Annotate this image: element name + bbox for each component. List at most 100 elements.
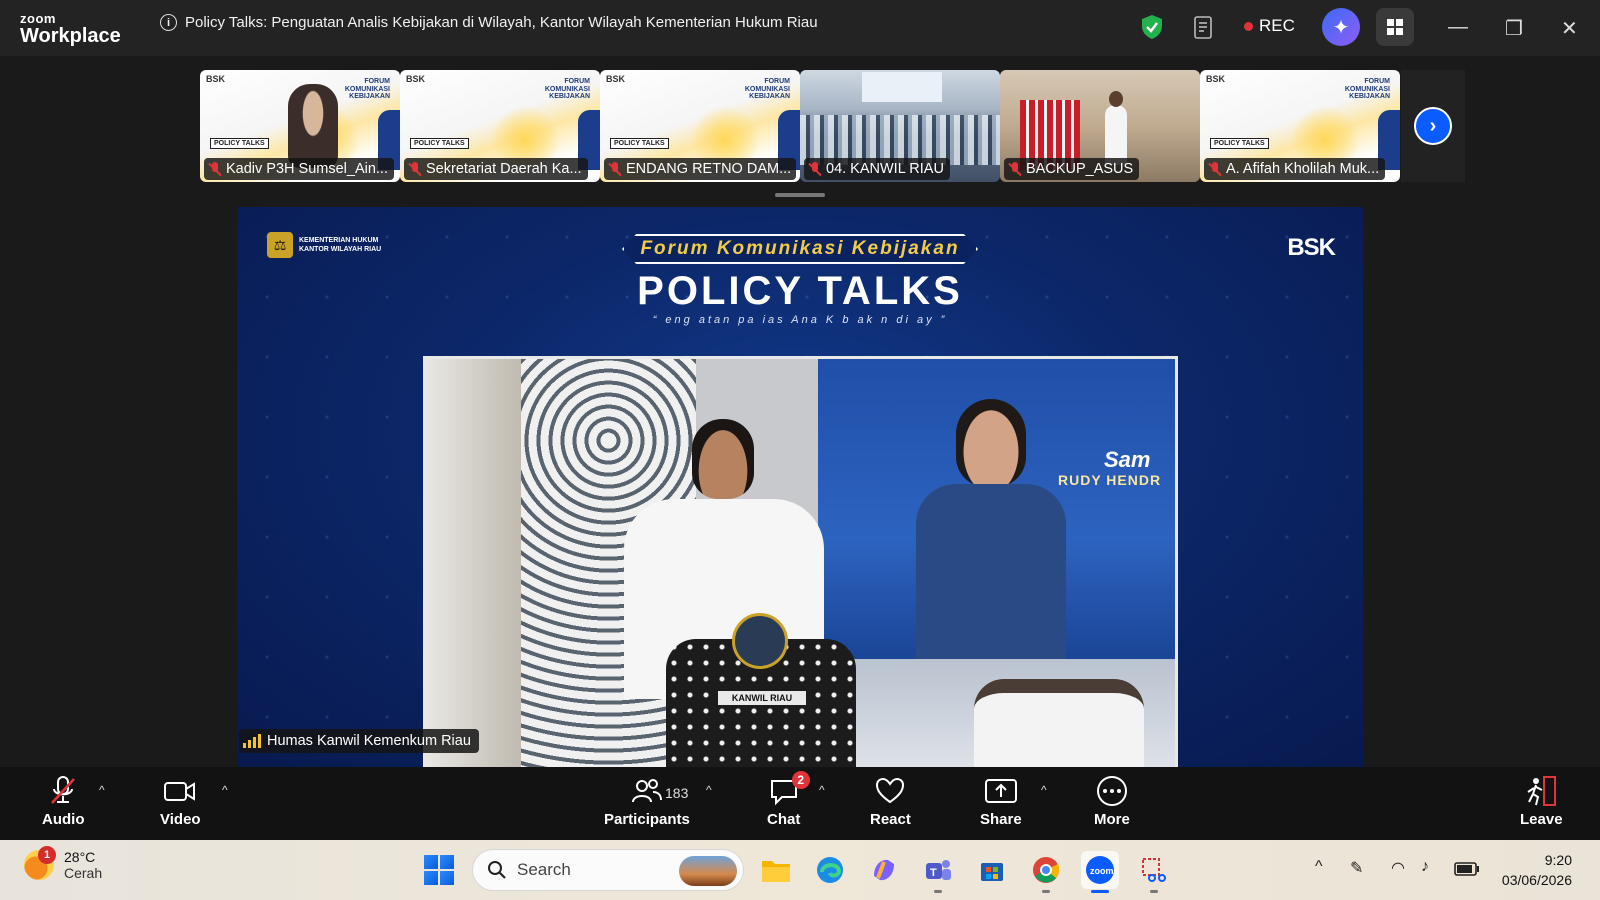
recording-indicator[interactable]: REC	[1244, 16, 1295, 36]
zoom-workplace-logo: zoom Workplace	[20, 12, 121, 46]
snipping-tool-icon[interactable]	[1135, 851, 1173, 893]
kemen-line2: KANTOR WILAYAH RIAU	[299, 246, 382, 253]
participants-button[interactable]: Participants	[604, 775, 690, 828]
share-screen-icon	[984, 779, 1017, 803]
participant-name-tag: A. Afifah Kholilah Muk...	[1204, 158, 1386, 180]
search-highlight-image	[679, 856, 737, 886]
more-dots-icon	[1096, 776, 1127, 806]
brand-workplace: Workplace	[20, 25, 121, 47]
show-hidden-icons-chevron-up-icon[interactable]: ^	[1315, 858, 1323, 876]
encryption-shield-icon[interactable]	[1141, 14, 1163, 40]
thumb-forum-text: FORUM KOMUNIKASI KEBIJAKAN	[1344, 78, 1390, 101]
bsk-logo: BSK	[1287, 234, 1336, 261]
weather-condition: Cerah	[64, 865, 103, 881]
kemen-line1: KEMENTERIAN HUKUM	[299, 236, 379, 244]
chevron-right-icon: ›	[1429, 114, 1437, 137]
audio-button[interactable]: Audio	[42, 775, 85, 828]
thumb-policy-label: POLICY TALKS	[210, 138, 269, 149]
volume-icon[interactable]: ♪	[1421, 858, 1429, 876]
info-icon[interactable]: i	[160, 14, 177, 31]
close-icon[interactable]: ✕	[1561, 16, 1578, 41]
weather-sun-icon: 1	[24, 846, 56, 880]
participant-tile[interactable]: BACKUP_ASUS	[1000, 70, 1200, 182]
restore-icon[interactable]: ❐	[1505, 16, 1523, 41]
mic-muted-icon	[208, 162, 222, 176]
participant-tile[interactable]: FORUM KOMUNIKASI KEBIJAKAN BSK POLICY TA…	[400, 70, 600, 182]
audio-options-caret-icon[interactable]: ^	[99, 783, 105, 797]
apps-button[interactable]	[1376, 8, 1414, 46]
battery-icon[interactable]	[1454, 862, 1480, 876]
search-icon	[488, 861, 506, 879]
mic-muted-icon	[51, 776, 76, 804]
thumb-forum-text: FORUM KOMUNIKASI KEBIJAKAN	[744, 78, 790, 101]
teams-icon[interactable]: T	[919, 851, 957, 893]
policy-talks-subline: “ eng atan pa ias Ana K b ak n di ay ”	[652, 314, 948, 326]
participant-tile[interactable]: FORUM KOMUNIKASI KEBIJAKAN BSK POLICY TA…	[1200, 70, 1400, 182]
leave-label: Leave	[1520, 811, 1563, 828]
participants-count: 183	[665, 785, 689, 801]
connection-signal-icon	[243, 734, 261, 748]
share-label: Share	[980, 811, 1022, 828]
weather-widget[interactable]: 1 28°C Cerah	[24, 846, 103, 881]
kemenkum-logo: ⚖ KEMENTERIAN HUKUM KANTOR WILAYAH RIAU	[267, 232, 381, 258]
minimize-icon[interactable]: —	[1448, 16, 1468, 39]
microsoft-store-icon[interactable]	[973, 851, 1011, 889]
temperature: 28°C	[64, 849, 96, 865]
ai-companion-button[interactable]: ✦	[1322, 8, 1360, 46]
windows-start-icon[interactable]	[424, 855, 454, 885]
brand-zoom: zoom	[20, 11, 56, 26]
participant-name: Sekretariat Daerah Ka...	[426, 161, 582, 177]
file-explorer-icon[interactable]	[757, 851, 795, 889]
screen-portrait	[916, 399, 1066, 659]
participant-name-tag: 04. KANWIL RIAU	[804, 158, 950, 180]
participant-name-tag: Kadiv P3H Sumsel_Ain...	[204, 158, 394, 180]
weather-notification-badge: 1	[38, 846, 56, 864]
participant-name-tag: BACKUP_ASUS	[1004, 158, 1140, 180]
react-label: React	[870, 811, 911, 828]
mic-muted-icon	[608, 162, 622, 176]
chat-options-caret-icon[interactable]: ^	[819, 783, 825, 797]
edge-browser-icon[interactable]	[811, 851, 849, 889]
participant-name-tag: ENDANG RETNO DAM...	[604, 158, 796, 180]
thumb-forum-text: FORUM KOMUNIKASI KEBIJAKAN	[344, 78, 390, 101]
more-button[interactable]: More	[1094, 775, 1130, 828]
participant-tile[interactable]: FORUM KOMUNIKASI KEBIJAKAN BSK POLICY TA…	[600, 70, 800, 182]
more-label: More	[1094, 811, 1130, 828]
copilot-icon[interactable]	[865, 851, 903, 889]
system-clock[interactable]: 9:20 03/06/2026	[1502, 850, 1572, 890]
podium-plate: KANWIL RIAU	[718, 691, 806, 705]
participants-label: Participants	[604, 811, 690, 828]
notes-icon[interactable]	[1193, 15, 1215, 41]
participants-options-caret-icon[interactable]: ^	[706, 783, 712, 797]
audio-label: Audio	[42, 811, 85, 828]
mic-muted-icon	[1008, 162, 1022, 176]
leave-button[interactable]: Leave	[1520, 775, 1563, 828]
react-button[interactable]: React	[870, 775, 911, 828]
participant-tile[interactable]: 04. KANWIL RIAU	[800, 70, 1000, 182]
taskbar-search[interactable]: Search	[472, 849, 744, 891]
chrome-icon[interactable]	[1027, 851, 1065, 893]
wifi-icon[interactable]: ◠	[1391, 858, 1405, 878]
participant-name-tag: Sekretariat Daerah Ka...	[404, 158, 588, 180]
next-page-button[interactable]: ›	[1414, 107, 1452, 145]
video-button[interactable]: Video	[160, 775, 201, 828]
policy-talks-headline: POLICY TALKS	[637, 269, 963, 313]
participant-tile[interactable]: FORUM KOMUNIKASI KEBIJAKAN BSK POLICY TA…	[200, 70, 400, 182]
chat-button[interactable]: 2 Chat	[767, 771, 810, 828]
garuda-emblem-icon: ⚖	[267, 232, 293, 258]
thumb-bsk-logo: BSK	[206, 74, 226, 84]
participant-name: Kadiv P3H Sumsel_Ain...	[226, 161, 388, 177]
video-camera-icon	[164, 782, 196, 801]
forum-badge: Forum Komunikasi Kebijakan	[622, 234, 978, 264]
share-options-caret-icon[interactable]: ^	[1041, 783, 1047, 797]
pen-input-icon[interactable]: ✎	[1350, 858, 1363, 878]
participant-name: BACKUP_ASUS	[1026, 161, 1134, 177]
apps-grid-icon	[1387, 19, 1403, 35]
zoom-app-icon[interactable]: zoom	[1081, 851, 1119, 893]
strip-resize-handle[interactable]	[775, 193, 825, 197]
share-button[interactable]: Share	[980, 775, 1022, 828]
video-options-caret-icon[interactable]: ^	[222, 783, 228, 797]
participant-strip: FORUM KOMUNIKASI KEBIJAKAN BSK POLICY TA…	[200, 70, 1400, 182]
meeting-info[interactable]: i Policy Talks: Penguatan Analis Kebijak…	[160, 14, 818, 31]
speaker-video	[1105, 91, 1127, 165]
